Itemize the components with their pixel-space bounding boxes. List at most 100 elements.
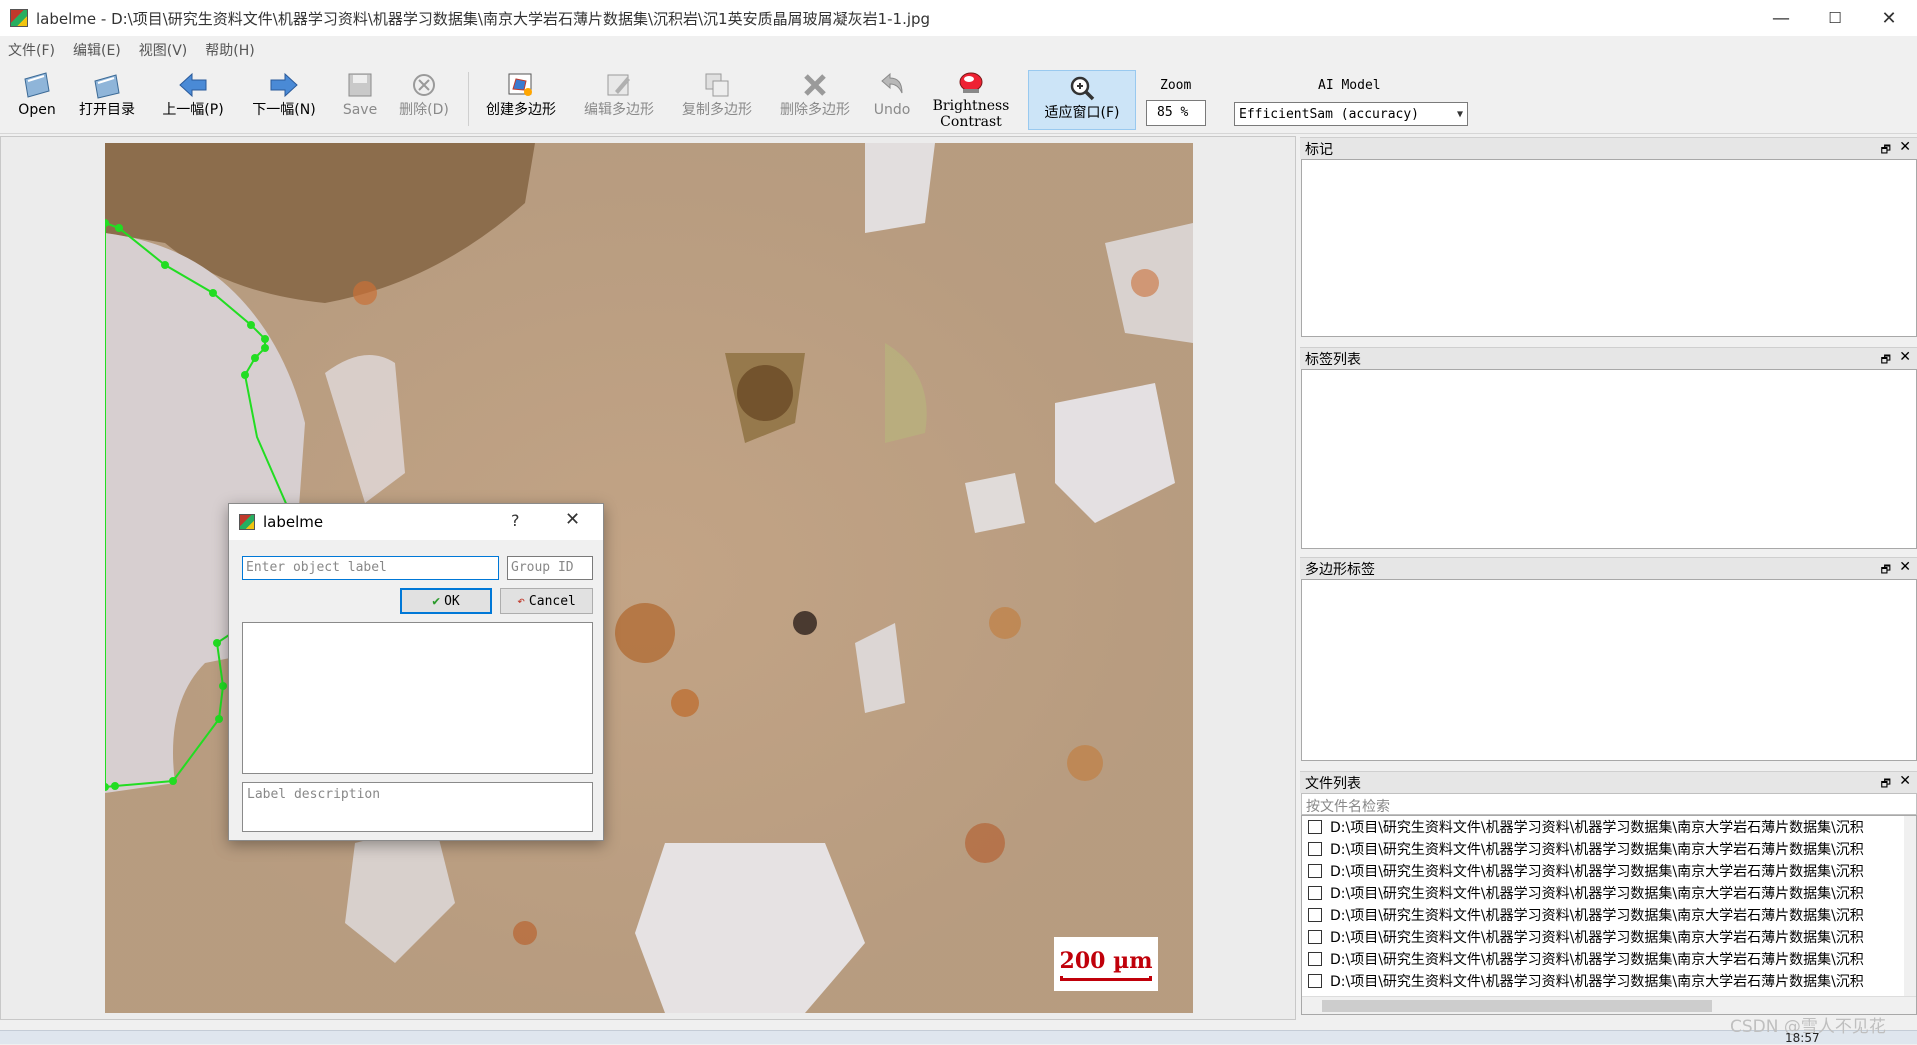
file-checkbox[interactable]	[1308, 930, 1322, 944]
dialog-label-list[interactable]	[242, 622, 593, 774]
open-dir-button[interactable]: 打开目录	[74, 68, 140, 130]
label-description-input[interactable]: Label description	[242, 782, 593, 832]
taskbar	[0, 1030, 1917, 1044]
ai-model-value: EfficientSam (accuracy)	[1239, 106, 1420, 122]
label-list-dock: 标签列表 🗗 ✕	[1300, 347, 1917, 549]
file-list-item[interactable]: D:\项目\研究生资料文件\机器学习资料\机器学习数据集\南京大学岩石薄片数据集…	[1302, 948, 1916, 970]
edit-polygon-button[interactable]: 编辑多边形	[580, 68, 658, 130]
file-list-item[interactable]: D:\项目\研究生资料文件\机器学习资料\机器学习数据集\南京大学岩石薄片数据集…	[1302, 904, 1916, 926]
floppy-disk-icon	[345, 70, 375, 100]
close-window-button[interactable]: ✕	[1860, 0, 1917, 36]
maximize-button[interactable]: ☐	[1806, 0, 1864, 36]
object-label-input[interactable]: Enter object label	[242, 556, 499, 580]
close-icon[interactable]: ✕	[1899, 349, 1911, 365]
close-icon[interactable]: ✕	[1899, 559, 1911, 575]
scale-line	[1060, 975, 1152, 981]
file-list-dock: 文件列表 🗗 ✕ 按文件名检索 D:\项目\研究生资料文件\机器学习资料\机器学…	[1300, 771, 1917, 1015]
file-checkbox[interactable]	[1308, 820, 1322, 834]
menu-view[interactable]: 视图(V)	[139, 40, 188, 60]
file-list-item[interactable]: D:\项目\研究生资料文件\机器学习资料\机器学习数据集\南京大学岩石薄片数据集…	[1302, 882, 1916, 904]
menu-file[interactable]: 文件(F)	[8, 40, 55, 60]
next-image-button[interactable]: 下一幅(N)	[246, 68, 322, 130]
dock-title: 标签列表	[1305, 351, 1361, 368]
float-icon[interactable]: 🗗	[1881, 561, 1891, 580]
fit-window-button[interactable]: 适应窗口(F)	[1028, 70, 1136, 130]
group-id-input[interactable]: Group ID	[507, 556, 593, 580]
zoom-input[interactable]: 85 %	[1146, 100, 1206, 126]
dock-title: 标记	[1305, 141, 1333, 158]
cancel-button[interactable]: ↶ Cancel	[500, 588, 593, 614]
undo-arrow-icon	[877, 70, 907, 100]
delete-polygon-button[interactable]: 删除多边形	[776, 68, 854, 130]
float-icon[interactable]: 🗗	[1881, 351, 1891, 370]
save-button[interactable]: Save	[340, 68, 380, 130]
close-icon[interactable]: ✕	[1899, 773, 1911, 789]
file-search-input[interactable]: 按文件名检索	[1301, 793, 1917, 815]
open-button[interactable]: Open	[14, 68, 60, 130]
file-checkbox[interactable]	[1308, 952, 1322, 966]
vertical-scrollbar[interactable]	[1904, 816, 1916, 998]
menu-help[interactable]: 帮助(H)	[205, 40, 254, 60]
dialog-close-button[interactable]: ✕	[565, 509, 580, 530]
flags-list[interactable]	[1301, 159, 1917, 337]
minimize-button[interactable]: —	[1752, 0, 1810, 36]
prev-image-button[interactable]: 上一幅(P)	[156, 68, 230, 130]
copy-polygon-button[interactable]: 复制多边形	[678, 68, 756, 130]
polygon-labels-dock: 多边形标签 🗗 ✕	[1300, 557, 1917, 761]
create-polygon-button[interactable]: 创建多边形	[482, 68, 560, 130]
undo-button[interactable]: Undo	[872, 68, 912, 130]
chevron-down-icon: ▼	[1456, 108, 1463, 120]
brightness-contrast-button[interactable]: Brightness Contrast	[926, 68, 1016, 130]
title-bar: labelme - D:\项目\研究生资料文件\机器学习资料\机器学习数据集\南…	[0, 0, 1917, 36]
file-checkbox[interactable]	[1308, 974, 1322, 988]
zoom-fit-icon	[1067, 73, 1097, 103]
close-icon[interactable]: ✕	[1899, 139, 1911, 155]
scale-bar: 200 µm	[1054, 937, 1158, 991]
labelme-app-icon	[10, 9, 28, 27]
toolbar-separator	[468, 72, 469, 126]
label-dialog: labelme ? ✕ Enter object label Group ID …	[228, 503, 604, 841]
file-list[interactable]: D:\项目\研究生资料文件\机器学习资料\机器学习数据集\南京大学岩石薄片数据集…	[1301, 815, 1917, 1015]
file-list-item[interactable]: D:\项目\研究生资料文件\机器学习资料\机器学习数据集\南京大学岩石薄片数据集…	[1302, 970, 1916, 992]
undo-arrow-icon: ↶	[517, 593, 525, 609]
canvas[interactable]: 200 µm	[0, 136, 1296, 1020]
taskbar-clock: 18:57	[1785, 1031, 1820, 1045]
arrow-right-icon	[269, 70, 299, 100]
scale-label: 200 µm	[1059, 947, 1153, 974]
float-icon[interactable]: 🗗	[1881, 141, 1891, 160]
flags-dock: 标记 🗗 ✕	[1300, 137, 1917, 337]
polygon-label-list[interactable]	[1301, 579, 1917, 761]
file-checkbox[interactable]	[1308, 908, 1322, 922]
dock-title: 多边形标签	[1305, 561, 1375, 578]
dialog-title: labelme	[263, 513, 324, 531]
file-list-item[interactable]: D:\项目\研究生资料文件\机器学习资料\机器学习数据集\南京大学岩石薄片数据集…	[1302, 838, 1916, 860]
file-checkbox[interactable]	[1308, 842, 1322, 856]
ai-model-select[interactable]: EfficientSam (accuracy) ▼	[1234, 102, 1468, 126]
toolbar: Open 打开目录 上一幅(P) 下一幅(N) Save 删除(D) 创建多边形…	[0, 64, 1917, 134]
delete-circle-icon	[409, 70, 439, 100]
delete-file-button[interactable]: 删除(D)	[396, 68, 452, 130]
open-folder-icon	[92, 70, 122, 100]
check-icon: ✔	[432, 593, 441, 609]
file-list-item[interactable]: D:\项目\研究生资料文件\机器学习资料\机器学习数据集\南京大学岩石薄片数据集…	[1302, 926, 1916, 948]
open-file-icon	[22, 70, 52, 100]
scrollbar-thumb[interactable]	[1322, 1000, 1712, 1012]
file-checkbox[interactable]	[1308, 864, 1322, 878]
label-list[interactable]	[1301, 369, 1917, 549]
brightness-icon	[956, 70, 986, 96]
create-polygon-icon	[506, 70, 536, 100]
file-checkbox[interactable]	[1308, 886, 1322, 900]
ok-button[interactable]: ✔ OK	[400, 588, 492, 614]
file-list-item[interactable]: D:\项目\研究生资料文件\机器学习资料\机器学习数据集\南京大学岩石薄片数据集…	[1302, 860, 1916, 882]
arrow-left-icon	[178, 70, 208, 100]
dock-header: 多边形标签 🗗 ✕	[1300, 557, 1917, 579]
window-title: labelme - D:\项目\研究生资料文件\机器学习资料\机器学习数据集\南…	[36, 9, 931, 28]
menu-edit[interactable]: 编辑(E)	[73, 40, 121, 60]
menu-bar: 文件(F) 编辑(E) 视图(V) 帮助(H)	[0, 36, 1917, 64]
dialog-help-button[interactable]: ?	[511, 511, 520, 530]
ai-model-label: AI Model	[1318, 78, 1381, 93]
status-bar	[0, 1020, 1917, 1030]
delete-x-icon	[800, 70, 830, 100]
float-icon[interactable]: 🗗	[1881, 775, 1891, 794]
file-list-item[interactable]: D:\项目\研究生资料文件\机器学习资料\机器学习数据集\南京大学岩石薄片数据集…	[1302, 816, 1916, 838]
